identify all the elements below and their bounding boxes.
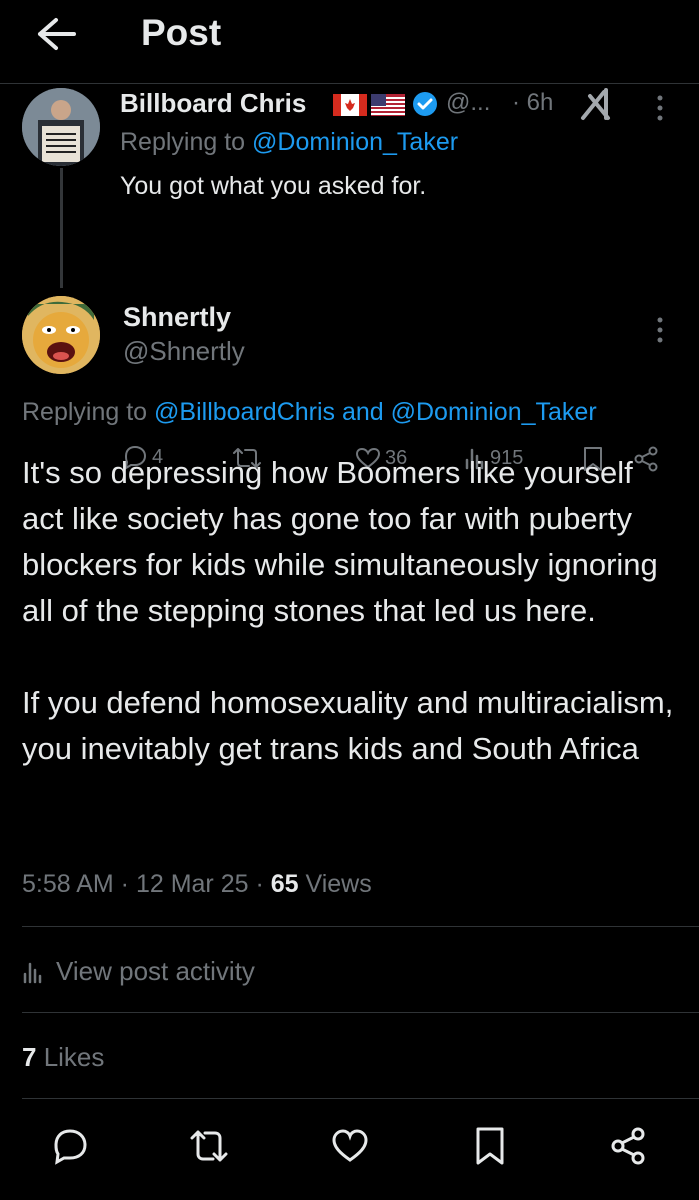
separator: · — [248, 870, 271, 898]
tweet-body: It's so depressing how Boomers like your… — [22, 450, 682, 772]
arrow-left-icon[interactable] — [36, 16, 76, 52]
tweet-date[interactable]: 12 Mar 25 — [136, 870, 249, 898]
likes-label: Likes — [36, 1042, 105, 1072]
thread-line — [60, 168, 63, 288]
more-options-icon[interactable] — [646, 90, 674, 126]
retweet-icon[interactable] — [189, 1126, 229, 1166]
avatar[interactable] — [22, 88, 100, 166]
verified-badge-icon — [412, 91, 438, 117]
divider — [22, 1012, 699, 1013]
usa-flag-icon — [371, 94, 405, 116]
timestamp[interactable]: · 6h — [512, 89, 553, 117]
top-bar: Post — [0, 0, 699, 84]
grok-icon[interactable] — [580, 88, 616, 122]
activity-label: View post activity — [56, 956, 255, 986]
mention-link[interactable]: @Dominion_Taker — [252, 128, 458, 156]
replying-to: Replying to @Dominion_Taker — [120, 128, 458, 157]
page-title: Post — [141, 12, 222, 53]
likes-summary[interactable]: 7 Likes — [22, 1042, 104, 1073]
separator: · — [113, 870, 136, 898]
tweet-paragraph: If you defend homosexuality and multirac… — [22, 685, 674, 766]
avatar[interactable] — [22, 296, 100, 374]
author-name[interactable]: Billboard Chris — [120, 88, 306, 119]
views-count: 65 — [270, 870, 299, 898]
bar-chart-icon — [22, 960, 44, 984]
more-options-icon[interactable] — [646, 312, 674, 348]
author-handle[interactable]: @Shnertly — [123, 336, 245, 367]
mention-links[interactable]: @BillboardChris and @Dominion_Taker — [154, 398, 597, 426]
tweet-time[interactable]: 5:58 AM — [22, 870, 114, 898]
tweet-text: You got what you asked for. — [120, 172, 427, 200]
reply-icon[interactable] — [50, 1126, 90, 1166]
tweet-paragraph: It's so depressing how Boomers like your… — [22, 455, 658, 628]
canada-flag-icon — [333, 94, 367, 116]
divider — [22, 926, 699, 927]
author-name[interactable]: Shnertly — [123, 302, 231, 333]
replying-prefix: Replying to — [120, 128, 253, 156]
replying-to: Replying to @BillboardChris and @Dominio… — [22, 398, 597, 427]
heart-icon[interactable] — [330, 1126, 370, 1166]
author-handle[interactable]: @... — [446, 89, 490, 117]
divider — [22, 1098, 699, 1099]
replying-prefix: Replying to — [22, 398, 155, 426]
view-post-activity-link[interactable]: View post activity — [22, 956, 255, 987]
likes-count: 7 — [22, 1042, 37, 1072]
flag-icons — [333, 92, 407, 118]
share-icon[interactable] — [608, 1126, 648, 1166]
tweet-meta: 5:58 AM · 12 Mar 25 · 65 Views — [22, 870, 372, 899]
views-label: Views — [298, 870, 372, 898]
bookmark-icon[interactable] — [470, 1126, 510, 1166]
